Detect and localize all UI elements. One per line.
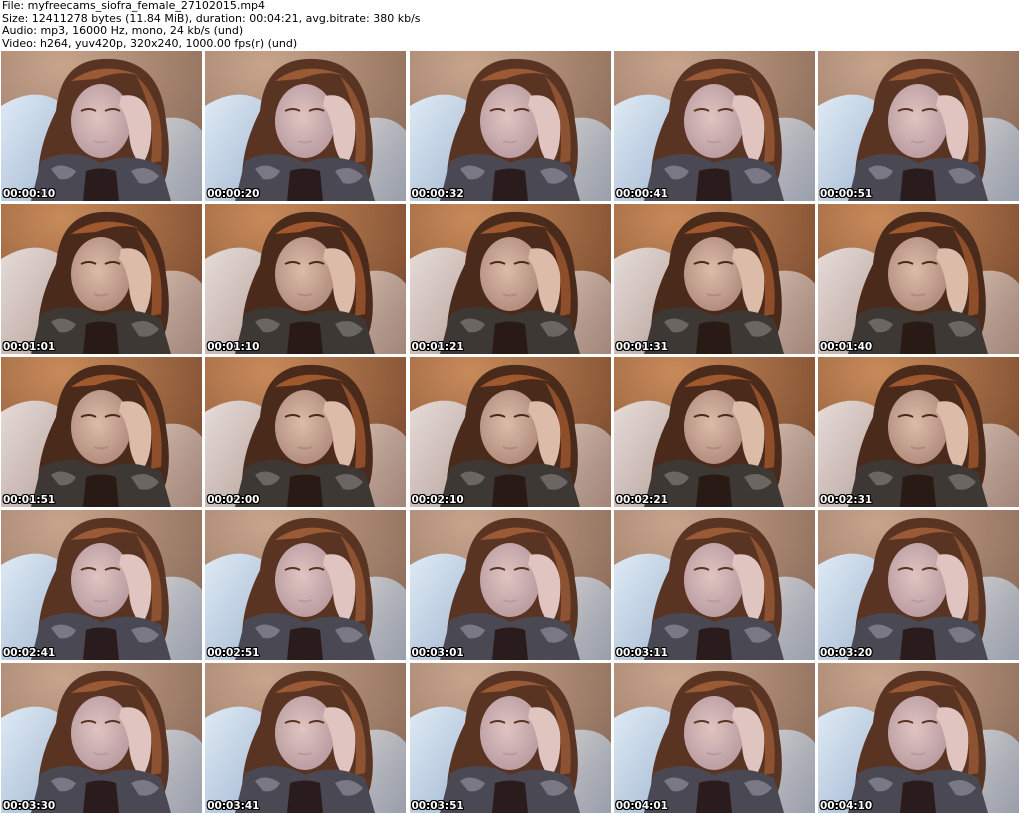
video-frame-thumbnail: 00:00:51 <box>818 51 1019 201</box>
audio-info-line: Audio: mp3, 16000 Hz, mono, 24 kb/s (und… <box>2 24 244 37</box>
frame-timestamp: 00:02:21 <box>615 494 668 506</box>
frame-image <box>818 357 1019 507</box>
frame-image <box>818 51 1019 201</box>
frame-timestamp: 00:04:01 <box>615 800 668 812</box>
frame-timestamp: 00:00:10 <box>3 188 56 200</box>
frame-image <box>409 51 611 201</box>
frame-image <box>1 663 202 813</box>
frame-timestamp: 00:00:51 <box>820 188 873 200</box>
frame-image <box>205 51 407 201</box>
frame-timestamp: 00:02:00 <box>207 494 260 506</box>
video-frame-thumbnail: 00:03:11 <box>613 510 815 660</box>
video-frame-thumbnail: 00:02:31 <box>818 357 1019 507</box>
frame-image <box>409 357 611 507</box>
video-frame-thumbnail: 00:02:10 <box>409 357 611 507</box>
frame-image <box>1 51 202 201</box>
video-frame-thumbnail: 00:03:51 <box>409 663 611 813</box>
video-info-line: Video: h264, yuv420p, 320x240, 1000.00 f… <box>2 36 298 50</box>
frame-image <box>409 510 611 660</box>
frame-timestamp: 00:04:10 <box>820 800 873 812</box>
video-frame-thumbnail: 00:00:10 <box>1 51 202 201</box>
video-frame-thumbnail: 00:02:00 <box>205 357 407 507</box>
frame-timestamp: 00:02:41 <box>3 647 56 659</box>
frame-image <box>409 663 611 813</box>
file-info-header: File: myfreecams_siofra_female_27102015.… <box>2 0 1020 50</box>
video-frame-thumbnail: 00:00:41 <box>613 51 815 201</box>
frame-timestamp: 00:03:30 <box>3 800 56 812</box>
frame-timestamp: 00:02:31 <box>820 494 873 506</box>
frame-timestamp: 00:03:01 <box>411 647 464 659</box>
frame-image <box>205 204 407 354</box>
frame-timestamp: 00:00:41 <box>615 188 668 200</box>
video-frame-thumbnail: 00:01:40 <box>818 204 1019 354</box>
video-frame-thumbnail: 00:00:32 <box>409 51 611 201</box>
frame-timestamp: 00:01:31 <box>615 341 668 353</box>
frame-image <box>613 204 815 354</box>
frame-image <box>613 357 815 507</box>
video-frame-thumbnail: 00:04:01 <box>613 663 815 813</box>
video-frame-thumbnail: 00:01:51 <box>1 357 202 507</box>
frame-timestamp: 00:01:01 <box>3 341 56 353</box>
video-frame-thumbnail: 00:02:51 <box>205 510 407 660</box>
frame-image <box>1 357 202 507</box>
frame-timestamp: 00:01:51 <box>3 494 56 506</box>
frame-image <box>613 663 815 813</box>
video-frame-thumbnail: 00:03:41 <box>205 663 407 813</box>
video-frame-thumbnail: 00:01:21 <box>409 204 611 354</box>
video-frame-thumbnail: 00:02:21 <box>613 357 815 507</box>
frame-image <box>409 204 611 354</box>
video-frame-thumbnail: 00:01:31 <box>613 204 815 354</box>
thumbnail-grid: 00:00:10 00:00:20 00:00:32 00:00:41 00:00:51… <box>1 51 1023 813</box>
video-frame-thumbnail: 00:04:10 <box>818 663 1019 813</box>
frame-timestamp: 00:01:40 <box>820 341 873 353</box>
frame-image <box>818 204 1019 354</box>
frame-timestamp: 00:00:20 <box>207 188 260 200</box>
video-frame-thumbnail: 00:03:01 <box>409 510 611 660</box>
video-frame-thumbnail: 00:03:30 <box>1 663 202 813</box>
frame-image <box>818 663 1019 813</box>
frame-timestamp: 00:01:10 <box>207 341 260 353</box>
frame-image <box>205 510 407 660</box>
file-name-line: File: myfreecams_siofra_female_27102015.… <box>2 0 266 12</box>
frame-timestamp: 00:01:21 <box>411 341 464 353</box>
frame-image <box>205 663 407 813</box>
video-frame-thumbnail: 00:01:10 <box>205 204 407 354</box>
frame-timestamp: 00:03:20 <box>820 647 873 659</box>
frame-image <box>1 510 202 660</box>
video-frame-thumbnail: 00:01:01 <box>1 204 202 354</box>
video-frame-thumbnail: 00:00:20 <box>205 51 407 201</box>
frame-image <box>613 510 815 660</box>
frame-timestamp: 00:02:10 <box>411 494 464 506</box>
frame-image <box>1 204 202 354</box>
video-frame-thumbnail: 00:03:20 <box>818 510 1019 660</box>
frame-timestamp: 00:02:51 <box>207 647 260 659</box>
frame-timestamp: 00:03:11 <box>615 647 668 659</box>
frame-image <box>818 510 1019 660</box>
video-frame-thumbnail: 00:02:41 <box>1 510 202 660</box>
frame-timestamp: 00:00:32 <box>411 188 464 200</box>
frame-image <box>205 357 407 507</box>
frame-image <box>613 51 815 201</box>
frame-timestamp: 00:03:51 <box>411 800 464 812</box>
frame-timestamp: 00:03:41 <box>207 800 260 812</box>
